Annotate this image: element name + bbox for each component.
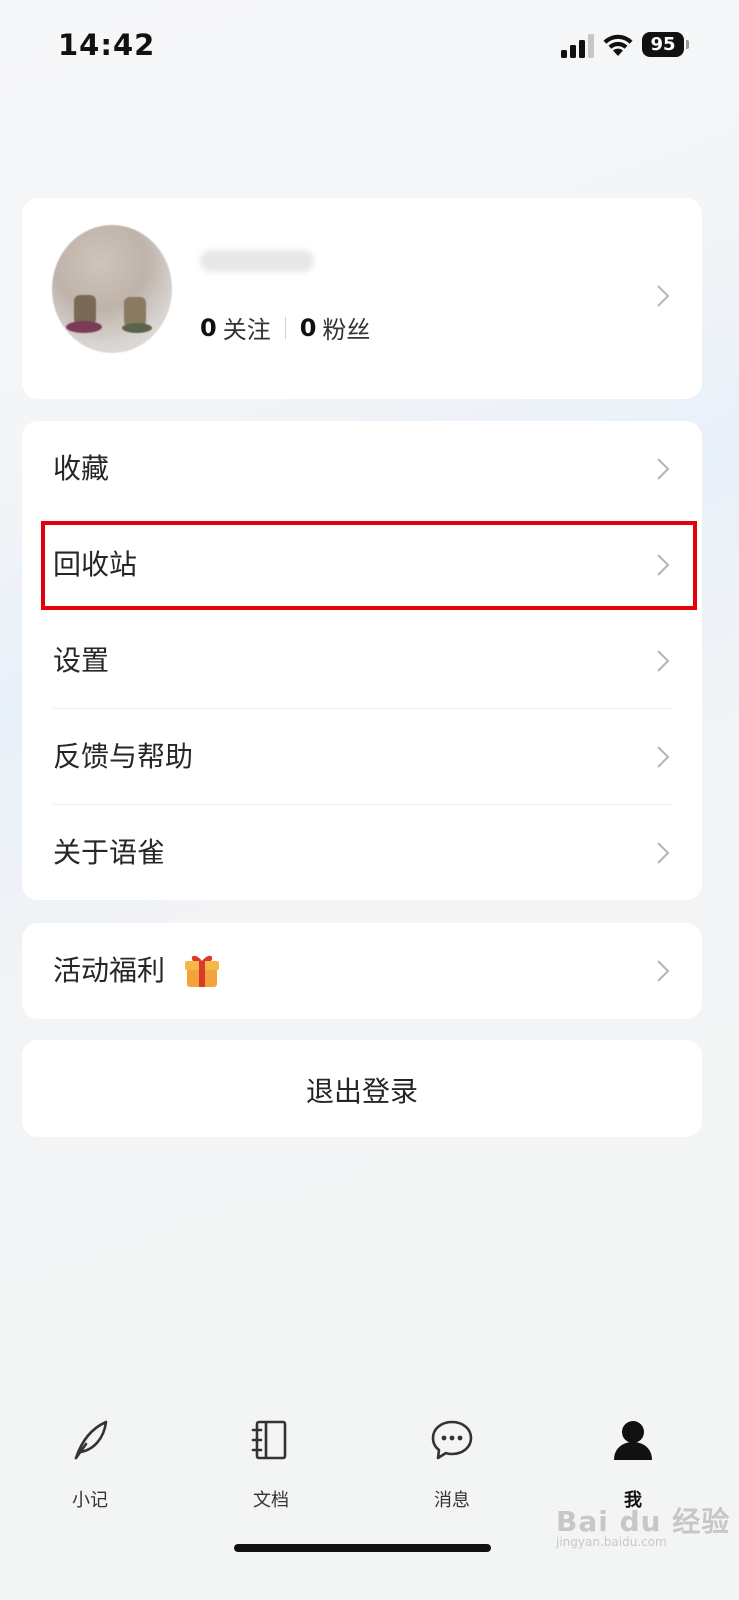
activity-card[interactable]: 活动福利: [22, 923, 702, 1019]
profile-card[interactable]: 0 关注 0 粉丝: [22, 198, 702, 399]
recycle-bin-highlight-box: [41, 521, 697, 610]
chat-bubble-icon: [431, 1420, 473, 1460]
tab-notes[interactable]: 小记: [30, 1418, 150, 1511]
menu-item-feedback-help[interactable]: 反馈与帮助: [22, 709, 702, 805]
chevron-right-icon: [657, 960, 670, 982]
menu-item-settings[interactable]: 设置: [22, 613, 702, 709]
tab-label: 小记: [72, 1490, 108, 1511]
stats-divider: [284, 316, 286, 339]
cellular-signal-icon: [561, 34, 594, 58]
logout-label: 退出登录: [305, 1075, 418, 1108]
notebook-icon: [251, 1420, 287, 1460]
feather-icon: [74, 1420, 108, 1460]
home-indicator: [234, 1544, 491, 1552]
chevron-right-icon: [657, 842, 670, 864]
gift-icon: [185, 955, 219, 987]
profile-stats: 0 关注 0 粉丝: [200, 310, 370, 345]
person-icon: [614, 1421, 652, 1460]
following-label[interactable]: 关注: [223, 310, 271, 345]
tab-me[interactable]: 我: [573, 1418, 693, 1511]
menu-item-label: 反馈与帮助: [53, 740, 194, 773]
tab-label: 消息: [434, 1490, 470, 1511]
battery-tip: [686, 40, 689, 49]
menu-item-activity-benefits[interactable]: 活动福利: [22, 923, 702, 1019]
avatar[interactable]: [52, 225, 172, 353]
following-count: 0: [200, 313, 217, 342]
menu-item-about[interactable]: 关于语雀: [22, 805, 702, 901]
menu-item-label: 活动福利: [53, 954, 166, 987]
watermark: Bai du 经验: [556, 1505, 731, 1538]
tab-label: 文档: [253, 1490, 289, 1511]
watermark-sub: jingyan.baidu.com: [556, 1535, 667, 1549]
followers-label[interactable]: 粉丝: [322, 310, 370, 345]
chevron-right-icon: [657, 650, 670, 672]
battery-level: 95: [642, 32, 684, 57]
logout-button[interactable]: 退出登录: [22, 1040, 702, 1137]
menu-item-label: 关于语雀: [53, 836, 166, 869]
status-time: 14:42: [58, 28, 156, 62]
chevron-right-icon: [657, 746, 670, 768]
chevron-right-icon: [657, 458, 670, 480]
username-blurred: [200, 250, 314, 272]
battery-indicator: 95: [642, 32, 689, 58]
status-bar: 14:42 95: [0, 0, 739, 94]
tab-documents[interactable]: 文档: [211, 1418, 331, 1511]
menu-item-favorites[interactable]: 收藏: [22, 421, 702, 517]
chevron-right-icon: [657, 285, 670, 307]
tab-messages[interactable]: 消息: [392, 1418, 512, 1511]
menu-item-label: 收藏: [53, 452, 110, 485]
followers-count: 0: [299, 313, 317, 342]
menu-item-label: 设置: [53, 644, 110, 677]
wifi-icon: [603, 34, 633, 56]
menu-card: 收藏 回收站 设置 反馈与帮助 关于语雀: [22, 421, 702, 900]
